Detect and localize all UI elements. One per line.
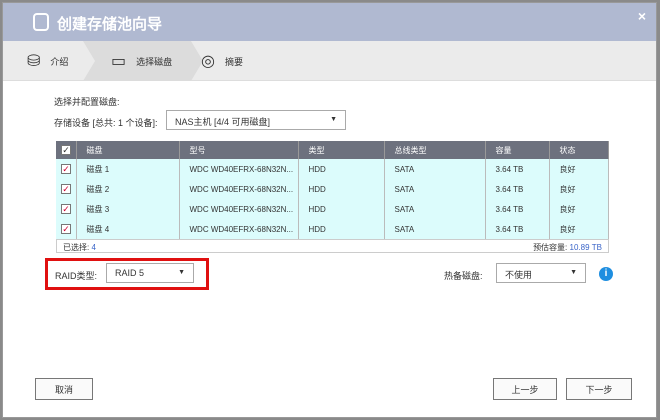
table-row[interactable]: ✓ 磁盘 3 WDC WD40EFRX-68N32N... HDD SATA 3.64 T… [56,199,609,219]
table-cell: WDC WD40EFRX-68N32N... [179,219,299,239]
table-row[interactable]: ✓ 磁盘 4 WDC WD40EFRX-68N32N... HDD SATA 3.64 T… [56,219,609,239]
disks-icon: ⛁ [27,53,41,70]
step-label: 选择磁盘 [136,56,173,67]
table-cell: SATA [384,159,486,179]
table-cell: WDC WD40EFRX-68N32N... [179,179,299,199]
step-label: 介绍 [50,56,69,67]
wizard-steps: ⛁ 介绍 ▭ 选择磁盘 ◎ 摘要 [3,41,656,81]
table-cell: 良好 [549,159,609,179]
row-checkbox[interactable]: ✓ [61,164,71,174]
device-value: NAS主机 [4/4 可用磁盘] [175,117,271,127]
device-label: 存储设备 [总共: 1 个设备]: [54,118,158,128]
raid-type-label: RAID类型: [55,271,98,281]
col-header[interactable]: 总线类型 [384,141,486,159]
step-summary: ◎ 摘要 [201,41,243,81]
spare-disk-label: 热备磁盘: [444,271,483,281]
row-checkbox[interactable]: ✓ [61,184,71,194]
title-bar: 创建存储池向导 × [3,3,656,41]
create-pool-wizard-dialog: 创建存储池向导 × ⛁ 介绍 ▭ 选择磁盘 ◎ 摘要 选择并配置磁盘: 存储设备 [总… [2,2,657,418]
table-row[interactable]: ✓ 磁盘 2 WDC WD40EFRX-68N32N... HDD SATA 3.64 T… [56,179,609,199]
estimated-capacity-value: 10.89 TB [569,243,602,252]
next-button[interactable]: 下一步 [566,378,632,400]
cancel-button[interactable]: 取消 [35,378,93,400]
step-intro: ⛁ 介绍 [27,41,68,81]
select-all-checkbox[interactable]: ✓ [61,145,71,155]
spare-disk-select[interactable]: 不使用 ▼ [496,263,586,283]
disk-table: ✓ 磁盘 型号 类型 总线类型 容量 状态 ✓ 磁盘 1 WDC WD40EFRX-… [56,141,609,239]
selected-count: 4 [91,243,96,252]
table-cell: 磁盘 1 [76,159,180,179]
table-cell: HDD [298,199,385,219]
col-header[interactable]: 状态 [549,141,609,159]
table-cell: 3.64 TB [485,179,550,199]
col-header[interactable]: 容量 [485,141,550,159]
info-icon[interactable]: i [599,267,613,281]
table-cell: SATA [384,199,486,219]
storage-pool-icon [33,13,49,31]
table-cell: WDC WD40EFRX-68N32N... [179,199,299,219]
section-label: 选择并配置磁盘: [54,97,120,107]
table-cell: 3.64 TB [485,159,550,179]
chevron-down-icon: ▼ [570,269,577,276]
disk-drive-icon: ▭ [111,53,127,70]
check-circle-icon: ◎ [201,53,215,70]
chevron-down-icon: ▼ [178,269,185,276]
step-label: 摘要 [224,56,243,67]
col-header[interactable]: 磁盘 [76,141,180,159]
raid-type-value: RAID 5 [115,268,145,278]
col-header[interactable]: 型号 [179,141,299,159]
table-cell: 良好 [549,179,609,199]
row-checkbox[interactable]: ✓ [61,204,71,214]
close-icon[interactable]: × [638,8,646,24]
selected-label: 已选择: [63,243,90,252]
chevron-down-icon: ▼ [330,116,337,123]
table-cell: 良好 [549,219,609,239]
col-header[interactable]: 类型 [298,141,385,159]
step-select-disks: ▭ 选择磁盘 [83,41,203,81]
table-cell: WDC WD40EFRX-68N32N... [179,159,299,179]
raid-type-select[interactable]: RAID 5 ▼ [106,263,194,283]
table-cell: 3.64 TB [485,219,550,239]
table-cell: HDD [298,179,385,199]
table-cell: 磁盘 2 [76,179,180,199]
table-row[interactable]: ✓ 磁盘 1 WDC WD40EFRX-68N32N... HDD SATA 3.64 T… [56,159,609,179]
table-cell: 3.64 TB [485,199,550,219]
dialog-title: 创建存储池向导 [57,16,163,33]
table-cell: 磁盘 3 [76,199,180,219]
table-cell: HDD [298,219,385,239]
table-cell: SATA [384,219,486,239]
device-select[interactable]: NAS主机 [4/4 可用磁盘] ▼ [166,110,346,130]
table-footer: 已选择: 4 预估容量: 10.89 TB [56,239,609,253]
row-checkbox[interactable]: ✓ [61,224,71,234]
table-cell: 良好 [549,199,609,219]
previous-button[interactable]: 上一步 [493,378,557,400]
table-cell: SATA [384,179,486,199]
table-cell: HDD [298,159,385,179]
table-cell: 磁盘 4 [76,219,180,239]
spare-disk-value: 不使用 [505,270,533,280]
estimated-capacity-label: 预估容量: [533,243,568,252]
